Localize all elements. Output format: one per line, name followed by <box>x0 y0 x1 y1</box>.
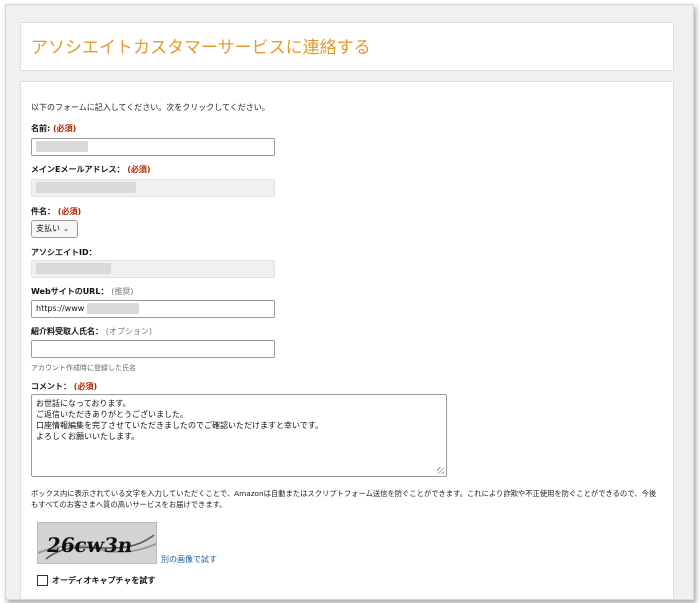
form-intro-text: 以下のフォームに記入してください。次をクリックしてください。 <box>31 103 270 112</box>
comment-textarea[interactable]: お世話になっております。 ご返信いただきありがとうございました。 口座情報編集を… <box>31 394 447 477</box>
payee-hint: アカウント作成時に登録した氏名 <box>31 364 136 372</box>
subject-label: 件名： (必須) <box>31 207 82 216</box>
captcha-explanation: ボックス内に表示されている文字を入力していただくことで、Amazonは自動または… <box>31 489 657 509</box>
comment-line: よろしくお願いいたします。 <box>36 432 140 441</box>
subject-select[interactable]: 支払い ⌄ <box>31 220 78 238</box>
payee-label: 紹介料受取人氏名： (オプション) <box>31 327 153 336</box>
captcha-image: 26cw3n <box>37 522 157 564</box>
email-label: メインEメールアドレス： (必須) <box>31 165 151 174</box>
name-label: 名前: (必須) <box>31 124 77 133</box>
redacted-email <box>36 182 136 193</box>
page-header: アソシエイトカスタマーサービスに連絡する <box>20 22 674 71</box>
browser-content-frame: アソシエイトカスタマーサービスに連絡する 以下のフォームに記入してください。次を… <box>5 4 694 600</box>
chevron-down-icon: ⌄ <box>63 225 69 233</box>
comment-line: 口座情報編集を完了させていただきましたのでご確認いただけますと幸いです。 <box>36 421 323 430</box>
required-marker: (必須) <box>73 382 98 391</box>
audio-captcha-checkbox[interactable] <box>37 575 48 586</box>
resize-handle[interactable] <box>437 467 444 474</box>
captcha-characters: 26cw3n <box>45 533 134 557</box>
redacted-url <box>87 303 139 314</box>
try-another-image-link[interactable]: 別の画像で試す <box>161 554 217 565</box>
associate-id-label: アソシエイトID： <box>31 248 97 257</box>
contact-form: 以下のフォームに記入してください。次をクリックしてください。 名前: (必須) … <box>20 81 674 599</box>
comment-line: お世話になっております。 <box>36 399 131 408</box>
redacted-name <box>36 141 88 152</box>
page-title: アソシエイトカスタマーサービスに連絡する <box>31 38 371 58</box>
redacted-associate-id <box>36 263 111 274</box>
required-marker: (必須) <box>57 207 82 216</box>
payee-name-field[interactable] <box>31 340 275 358</box>
comment-label: コメント： (必須) <box>31 382 98 391</box>
website-label: WebサイトのURL： (推奨) <box>31 287 134 296</box>
required-marker: (必須) <box>53 124 77 133</box>
captcha-graphic: 26cw3n <box>38 523 156 563</box>
comment-line: ご返信いただきありがとうございました。 <box>36 410 188 419</box>
required-marker: (必須) <box>127 165 151 174</box>
website-url-field[interactable]: https://www <box>31 300 275 318</box>
audio-captcha-label: オーディオキャプチャを試す <box>52 576 156 585</box>
